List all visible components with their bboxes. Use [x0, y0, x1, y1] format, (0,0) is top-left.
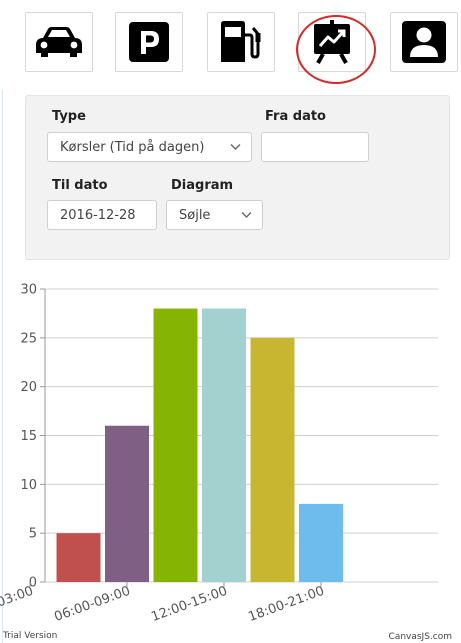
chevron-down-icon [230, 144, 241, 150]
type-select-value: Kørsler (Tid på dagen) [60, 139, 205, 155]
bar[interactable] [202, 308, 246, 582]
icon-toolbar [0, 12, 461, 84]
to-date-label: Til dato [52, 178, 108, 193]
bar[interactable] [105, 425, 149, 582]
bar[interactable] [299, 503, 343, 582]
fuel-button[interactable] [207, 12, 275, 72]
y-tick-label: 20 [20, 380, 37, 395]
y-tick-label: 25 [20, 331, 37, 346]
x-axis-labels: 00-03:00 06:00-09:00 12:00-15:00 18:00-21:0… [0, 582, 326, 625]
to-date-value: 2016-12-28 [60, 207, 136, 223]
presentation-chart-icon [314, 20, 350, 64]
profile-button[interactable] [390, 12, 458, 72]
statistics-button[interactable] [298, 12, 366, 72]
y-tick-label: 5 [29, 527, 37, 542]
bar-chart: 0 5 10 15 20 25 30 00-03:00 06:00-09:00 12:00-15… [0, 278, 461, 643]
bar-chart-canvas: 051015202530 00-03:00 06:00-09:00 12:00-15… [0, 283, 452, 643]
car-button[interactable] [25, 12, 93, 72]
x-tick-label: 06:00-09:00 [52, 584, 132, 625]
y-tick-label: 15 [20, 429, 37, 444]
bar[interactable] [250, 337, 295, 582]
to-date-input[interactable]: 2016-12-28 [47, 200, 157, 230]
y-tick-label: 10 [20, 478, 37, 493]
car-icon [36, 27, 82, 57]
parking-button[interactable] [115, 12, 183, 72]
trial-version-label: Trial Version [2, 631, 57, 641]
diagram-select[interactable]: Søjle [166, 200, 263, 230]
bar[interactable] [153, 308, 198, 582]
filter-panel: Type Fra dato Kørsler (Tid på dagen) Til… [25, 95, 450, 260]
from-date-label: Fra dato [265, 109, 326, 124]
y-tick-label: 30 [20, 283, 37, 298]
x-tick-label: 18:00-21:00 [246, 584, 326, 625]
diagram-label: Diagram [171, 178, 234, 193]
y-axis-labels: 051015202530 [20, 283, 37, 591]
type-select[interactable]: Kørsler (Tid på dagen) [47, 132, 252, 162]
bar[interactable] [56, 533, 101, 582]
from-date-input[interactable] [261, 132, 369, 162]
user-profile-icon [402, 21, 446, 63]
type-label: Type [52, 109, 86, 124]
bars [56, 308, 343, 582]
parking-icon [129, 22, 169, 62]
x-tick-label: 00-03:00 [0, 584, 35, 618]
chevron-down-icon [241, 212, 252, 218]
x-tick-label: 12:00-15:00 [149, 584, 229, 625]
canvasjs-credit: CanvasJS.com [389, 632, 452, 642]
diagram-select-value: Søjle [179, 207, 211, 223]
fuel-pump-icon [221, 21, 261, 62]
